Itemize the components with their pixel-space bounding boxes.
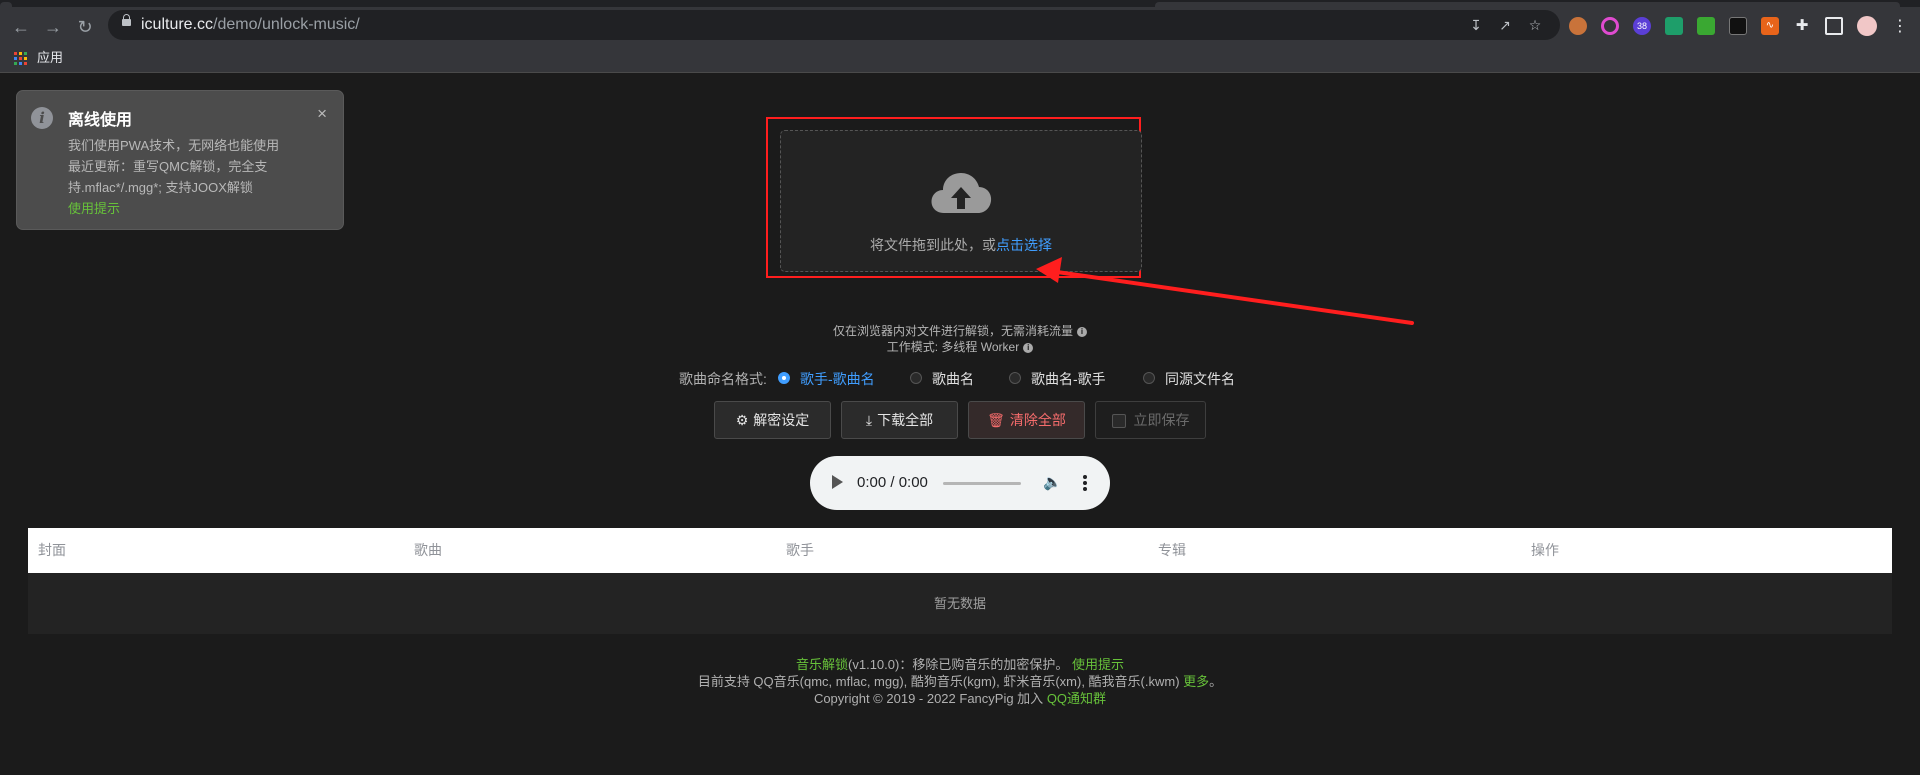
extension-icon[interactable] [1569,17,1587,35]
profile-avatar[interactable] [1857,16,1877,36]
unlock-music-link[interactable]: 音乐解锁 [796,657,848,672]
footer-line-3: Copyright © 2019 - 2022 FancyPig 加入 QQ通知… [0,690,1920,707]
tip-text: 工作模式: 多线程 Worker [886,340,1020,354]
supported-formats: 目前支持 QQ音乐(qmc, mflac, mgg), 酷狗音乐(kgm), 虾… [697,674,1180,689]
button-label: 立即保存 [1133,412,1190,428]
decrypt-settings-button[interactable]: ⚙ 解密设定 [714,401,831,439]
naming-format-label: 歌曲命名格式: [679,371,767,387]
notification-line: 我们使用PWA技术，无网络也能使用 [68,138,280,153]
radio-label[interactable]: 歌曲名 [932,369,974,389]
notification-title: 离线使用 [68,112,133,129]
share-icon[interactable]: ↗ [1496,16,1514,34]
play-icon[interactable] [832,475,843,489]
rss-icon[interactable]: ∿ [1761,17,1779,35]
player-time: 0:00 / 0:00 [857,474,928,491]
music-table: 封面 歌曲 歌手 专辑 操作 暂无数据 [28,528,1892,634]
page-footer: 音乐解锁(v1.10.0)：移除已购音乐的加密保护。 使用提示 目前支持 QQ音… [0,656,1920,707]
reload-icon[interactable]: ↻ [73,15,97,39]
usage-tips-link[interactable]: 使用提示 [68,201,120,216]
forward-icon[interactable]: → [41,15,65,39]
bookmarks-bar: 应用 [0,44,1920,73]
footer-line-2: 目前支持 QQ音乐(qmc, mflac, mgg), 酷狗音乐(kgm), 虾… [0,673,1920,690]
notification-body: 我们使用PWA技术，无网络也能使用 最近更新：重写QMC解锁，完全支持.mfla… [68,135,328,219]
column-song: 歌曲 [414,542,442,558]
column-album: 专辑 [1158,542,1186,558]
radio-dot[interactable] [1143,372,1155,384]
browser-toolbar: ← → ↻ iculture.cc/demo/unlock-music/ ↧ ↗… [0,7,1920,44]
save-now-button[interactable]: 立即保存 [1095,401,1206,439]
help-icon[interactable]: i [1077,326,1087,337]
close-icon[interactable]: × [317,104,327,124]
url-text[interactable]: iculture.cc/demo/unlock-music/ [141,10,360,40]
extension-icon[interactable] [1729,17,1747,35]
radio-dot[interactable] [910,372,922,384]
footer-help-link[interactable]: 使用提示 [1072,657,1124,672]
extension-icon[interactable] [1665,17,1683,35]
gear-icon: ⚙ [735,412,749,428]
table-empty-text: 暂无数据 [28,573,1892,634]
trash-icon: 🗑 [987,412,1005,428]
sidepanel-icon[interactable] [1825,17,1843,35]
column-cover: 封面 [38,542,66,558]
clear-all-button[interactable]: 🗑 清除全部 [968,401,1085,439]
info-icon: i [31,107,53,129]
more-link[interactable]: 更多 [1183,674,1209,689]
url-host: iculture.cc [141,16,214,33]
upload-cloud-icon [931,173,992,213]
page-content: i 离线使用 × 我们使用PWA技术，无网络也能使用 最近更新：重写QMC解锁，… [0,73,1920,775]
table-header: 封面 歌曲 歌手 专辑 操作 [28,528,1892,573]
seek-slider[interactable] [943,482,1021,485]
download-icon: ⤓ [865,412,873,428]
extensions-icon[interactable]: ✚ [1793,17,1811,35]
address-bar[interactable]: iculture.cc/demo/unlock-music/ ↧ ↗ ☆ [108,10,1560,40]
more-options-icon[interactable] [1082,473,1088,493]
browser-unlock-tip: 仅在浏览器内对文件进行解锁，无需消耗流量 i [700,322,1220,339]
volume-icon[interactable]: 🔈 [1043,474,1062,492]
install-icon[interactable]: ↧ [1467,16,1485,34]
drop-hint: 将文件拖到此处，或 [870,237,996,253]
worker-mode-tip: 工作模式: 多线程 Worker i [700,338,1220,355]
tab-strip [0,0,1920,7]
apps-grid-icon[interactable] [14,52,27,65]
button-label: 清除全部 [1009,412,1066,428]
annotation-arrow [1036,257,1414,325]
help-icon[interactable]: i [1023,342,1034,353]
bookmark-apps[interactable]: 应用 [37,44,63,72]
button-label: 解密设定 [753,412,810,428]
audio-player: 0:00 / 0:00 🔈 [810,456,1110,510]
extension-icon[interactable] [1697,17,1715,35]
radio-label[interactable]: 同源文件名 [1165,369,1235,389]
url-path: /demo/unlock-music/ [213,16,360,33]
radio-dot[interactable] [778,372,790,384]
copyright-text: Copyright © 2019 - 2022 FancyPig 加入 [813,691,1044,706]
radio-label[interactable]: 歌曲名-歌手 [1031,369,1106,389]
star-icon[interactable]: ☆ [1526,16,1544,34]
back-icon[interactable]: ← [9,15,33,39]
offline-notification: i 离线使用 × 我们使用PWA技术，无网络也能使用 最近更新：重写QMC解锁，… [16,90,344,230]
tip-text: 仅在浏览器内对文件进行解锁，无需消耗流量 [832,324,1073,338]
button-label: 下载全部 [877,412,934,428]
footer-version: (v1.10.0)：移除已购音乐的加密保护。 [848,657,1069,672]
column-actions: 操作 [1531,542,1559,558]
qq-group-link[interactable]: QQ通知群 [1047,691,1106,706]
footer-line-1: 音乐解锁(v1.10.0)：移除已购音乐的加密保护。 使用提示 [0,656,1920,673]
extension-icon[interactable] [1601,17,1619,35]
download-all-button[interactable]: ⤓ 下载全部 [841,401,958,439]
notification-line: 最近更新：重写QMC解锁，完全支持.mflac*/.mgg*; 支持JOOX解锁 [68,159,268,195]
extension-badge-icon[interactable]: 38 [1633,17,1651,35]
column-artist: 歌手 [786,542,814,558]
radio-label[interactable]: 歌手-歌曲名 [800,369,875,389]
footer-period: 。 [1209,674,1223,689]
save-now-checkbox[interactable] [1111,414,1126,429]
menu-icon[interactable]: ⋮ [1888,15,1912,39]
radio-dot[interactable] [1009,372,1021,384]
lock-icon[interactable] [122,14,131,26]
